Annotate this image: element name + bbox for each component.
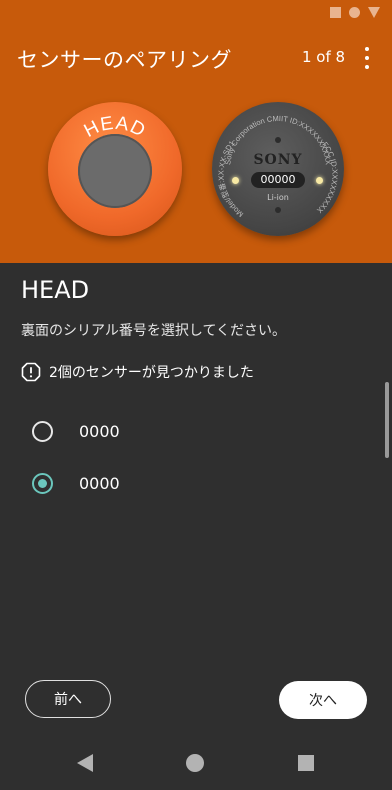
radio-selected[interactable]: [32, 473, 53, 494]
page-title: センサーのペアリング: [17, 48, 232, 72]
sensor-front-image: HEAD: [48, 102, 182, 236]
sensor-back-ring-text: Sony Corporation CMIIT ID:XXXXXXXXXX Mod…: [212, 102, 339, 219]
serial-option-label: 0000: [79, 474, 120, 493]
next-button[interactable]: 次へ: [279, 681, 367, 719]
sensors-found-notice: 2個のセンサーが見つかりました: [21, 362, 254, 382]
more-vert-icon[interactable]: [360, 47, 374, 69]
led-right-icon: [316, 177, 323, 184]
stop-square-icon: [330, 7, 341, 18]
header: センサーのペアリング 1 of 8 HEAD Sony Corporation …: [0, 28, 392, 263]
nav-recents-icon[interactable]: [298, 755, 314, 771]
scrollbar[interactable]: [385, 382, 389, 458]
serial-option-label: 0000: [79, 422, 120, 441]
led-left-icon: [232, 177, 239, 184]
status-bar: [0, 0, 392, 28]
record-circle-icon: [349, 7, 360, 18]
svg-text:HEAD: HEAD: [81, 113, 149, 142]
sensor-back-image: Sony Corporation CMIIT ID:XXXXXXXXXX Mod…: [212, 102, 344, 236]
sony-logo: SONY: [253, 152, 303, 168]
signal-triangle-icon: [368, 7, 380, 18]
alert-icon: [21, 362, 41, 382]
sensor-position-heading: HEAD: [21, 276, 90, 304]
sensor-position-text: HEAD: [81, 113, 148, 142]
nav-back-icon[interactable]: [77, 754, 93, 772]
notice-text: 2個のセンサーが見つかりました: [49, 365, 254, 381]
nav-home-icon[interactable]: [186, 754, 204, 772]
instruction-text: 裏面のシリアル番号を選択してください。: [21, 323, 287, 339]
serial-option[interactable]: 0000: [32, 473, 120, 494]
system-nav-bar: [0, 738, 392, 790]
radio-unselected[interactable]: [32, 421, 53, 442]
serial-option[interactable]: 0000: [32, 421, 120, 442]
back-button[interactable]: 前へ: [25, 680, 111, 718]
sensor-serial: 00000: [251, 172, 305, 188]
page-indicator: 1 of 8: [302, 48, 346, 66]
battery-label: Li-ion: [267, 193, 289, 202]
sensor-front-label: HEAD: [81, 113, 149, 142]
status-icons: [330, 7, 380, 18]
